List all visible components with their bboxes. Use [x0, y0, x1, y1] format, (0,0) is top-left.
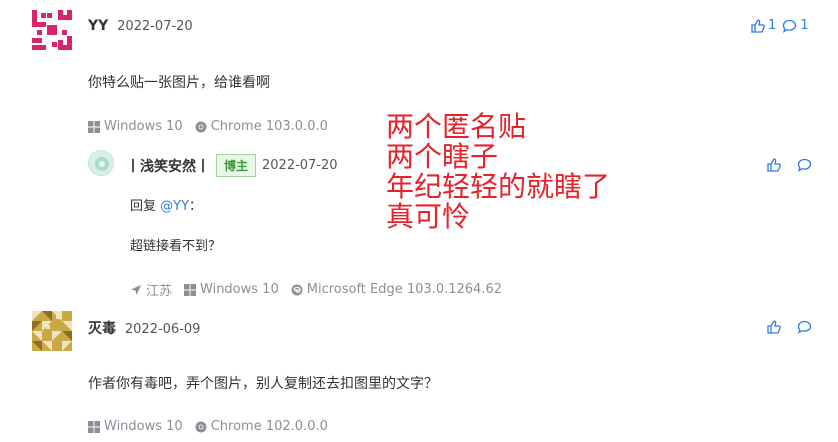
mention-link[interactable]: @YY [160, 199, 189, 214]
comment-header: YY 2022-07-20 [88, 18, 193, 34]
avatar[interactable] [32, 10, 72, 50]
comment-meta: 江苏 Windows 10 Microsoft Edge 103.0.1264.… [130, 280, 502, 299]
overlay-line: 两个匿名贴 [386, 110, 527, 143]
reply-line: 回复 @YY： [130, 195, 202, 214]
blogger-badge: 博主 [216, 154, 257, 177]
comment-text: 作者你有毒吧，弄个图片，别人复制还去扣图里的文字？ [88, 376, 438, 392]
like-count: 1 [768, 18, 777, 33]
comment-icon [783, 19, 797, 33]
thumbs-up-icon [767, 320, 781, 334]
edge-icon [291, 284, 303, 295]
like-button[interactable]: 1 [751, 18, 776, 33]
author-name[interactable]: 灭毒 [88, 321, 116, 337]
comment-header: 丨浅笑安然丨 博主 2022-07-20 [126, 154, 338, 177]
reply-count: 1 [800, 18, 809, 33]
overlay-annotation: 两个匿名贴 两个瞎子 年纪轻轻的就瞎了 真可怜 [386, 112, 610, 232]
location-arrow-icon [131, 284, 141, 295]
windows-icon [88, 120, 100, 133]
comment-icon [797, 320, 812, 334]
browser-info: Chrome 103.0.0.0 [195, 119, 328, 134]
comment-text: 超链接看不到？ [130, 239, 222, 254]
like-button[interactable] [767, 158, 781, 172]
chrome-icon [195, 121, 207, 132]
like-button[interactable] [767, 320, 781, 334]
comment-date: 2022-07-20 [262, 158, 338, 173]
comment-icon [797, 158, 812, 172]
os-info: Windows 10 [184, 282, 279, 297]
browser-info: Chrome 102.0.0.0 [195, 419, 328, 434]
avatar[interactable] [88, 150, 114, 176]
windows-icon [88, 420, 100, 433]
author-name[interactable]: YY [88, 18, 108, 34]
windows-icon [184, 283, 197, 296]
overlay-line: 两个瞎子 [386, 140, 499, 173]
reply-prefix: 回复 [130, 199, 157, 214]
thumbs-up-icon [751, 18, 765, 33]
comment-meta: Windows 10 Chrome 103.0.0.0 [88, 119, 328, 134]
reply-button[interactable] [797, 158, 812, 172]
os-info: Windows 10 [88, 419, 183, 434]
author-name[interactable]: 丨浅笑安然丨 [126, 156, 210, 176]
thumbs-up-icon [767, 158, 781, 172]
comment-actions: 1 1 [751, 18, 809, 33]
browser-info: Microsoft Edge 103.0.1264.62 [291, 282, 502, 297]
comment-text: 你特么贴一张图片，给谁看啊 [88, 75, 270, 91]
overlay-line: 年纪轻轻的就瞎了 [386, 170, 611, 203]
os-info: Windows 10 [88, 119, 183, 134]
comment-actions [767, 158, 812, 172]
comment-header: 灭毒 2022-06-09 [88, 318, 200, 338]
reply-button[interactable] [797, 320, 812, 334]
overlay-line: 真可怜 [386, 200, 471, 233]
comment-actions [767, 320, 812, 334]
location-info: 江苏 [130, 280, 172, 299]
comment-date: 2022-07-20 [117, 19, 193, 34]
reply-colon: ： [189, 199, 203, 214]
reply-button[interactable]: 1 [782, 18, 809, 33]
comment-meta: Windows 10 Chrome 102.0.0.0 [88, 419, 328, 434]
avatar[interactable] [32, 311, 72, 351]
chrome-icon [195, 421, 207, 432]
comment-date: 2022-06-09 [124, 322, 201, 337]
